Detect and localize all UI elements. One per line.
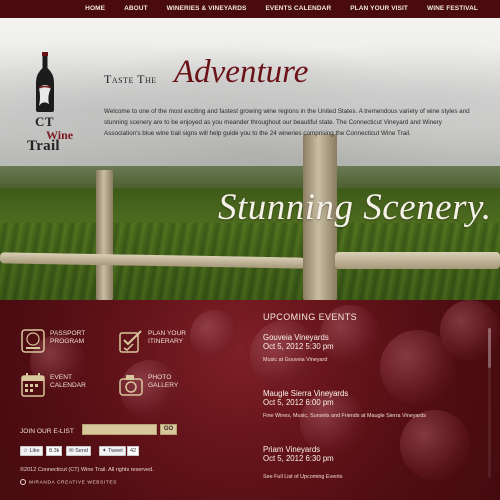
tweet-button[interactable]: ✦ Tweet	[99, 446, 126, 456]
tagline-big: Adventure	[174, 54, 309, 90]
miranda-logo-icon	[20, 479, 26, 485]
itinerary-label-line1: PLAN YOUR	[148, 330, 186, 337]
intro-paragraph: Welcome to one of the most exciting and …	[104, 108, 470, 137]
passport-program-label: PASSPORT PROGRAM	[50, 330, 85, 346]
wine-bottle-icon	[36, 52, 54, 112]
passport-label-line1: PASSPORT	[50, 330, 86, 337]
like-label: Like	[29, 448, 40, 454]
copyright-text: ©2012 Connecticut (CT) Wine Trail. All r…	[20, 467, 154, 473]
tweet-label: Tweet	[108, 448, 123, 454]
photo-gallery-label: PHOTO GALLERY	[148, 374, 178, 390]
tagline-small: Taste The	[104, 72, 157, 86]
full-events-list-link[interactable]: See Full List of Upcoming Events	[263, 474, 342, 480]
thumbs-up-icon: ☆	[23, 448, 28, 454]
twitter-bird-icon: ✦	[102, 448, 107, 454]
calendar-label-line1: EVENT	[50, 374, 72, 381]
hero-overlay-text: Stunning Scenery.	[218, 187, 492, 228]
elist-label: JOIN OUR E-LIST	[20, 428, 74, 435]
nav-home[interactable]: HOME	[85, 0, 105, 18]
event-description: Music at Gouveia Vineyard	[263, 357, 328, 363]
passport-label-line2: PROGRAM	[50, 338, 85, 345]
nav-wine-festival[interactable]: WINE FESTIVAL	[427, 0, 478, 18]
facebook-like-button[interactable]: ☆ Like	[20, 446, 43, 456]
calendar-label-line2: CALENDAR	[50, 382, 86, 389]
upcoming-events-title: UPCOMING EVENTS	[263, 312, 358, 322]
calendar-icon	[21, 373, 45, 397]
credit-text: MIRANDA CREATIVE WEBSITES	[29, 480, 117, 486]
tweet-count: 42	[127, 446, 140, 456]
plan-itinerary-link[interactable]: PLAN YOUR ITINERARY	[118, 328, 218, 360]
facebook-send-button[interactable]: ✉ Send	[66, 446, 91, 456]
passport-icon	[21, 329, 45, 353]
camera-icon	[119, 375, 143, 396]
event-venue: Maugle Sierra Vineyards	[263, 389, 349, 398]
event-calendar-link[interactable]: EVENT CALENDAR	[20, 372, 120, 404]
nav-about[interactable]: ABOUT	[124, 0, 148, 18]
event-description: Fine Wines, Music, Sunsets and Friends a…	[263, 413, 426, 419]
gallery-label-line1: PHOTO	[148, 374, 172, 381]
event-date: Oct 5, 2012 6:30 pm	[263, 454, 334, 463]
nav-plan-your-visit[interactable]: PLAN YOUR VISIT	[350, 0, 408, 18]
credit-link[interactable]: MIRANDA CREATIVE WEBSITES	[20, 479, 117, 485]
top-navigation: HOME ABOUT WINERIES & VINEYARDS EVENTS C…	[0, 0, 500, 18]
footer-panel: PASSPORT PROGRAM PLAN YOUR ITINERARY EVE…	[0, 300, 500, 500]
send-icon: ✉	[69, 448, 74, 454]
plan-itinerary-label: PLAN YOUR ITINERARY	[148, 330, 186, 346]
nav-events-calendar[interactable]: EVENTS CALENDAR	[265, 0, 331, 18]
itinerary-label-line2: ITINERARY	[148, 338, 184, 345]
fence-rail	[335, 252, 500, 269]
like-count: 8.3k	[46, 446, 63, 456]
event-venue: Priam Vineyards	[263, 445, 321, 454]
checklist-icon	[119, 330, 142, 353]
passport-program-link[interactable]: PASSPORT PROGRAM	[20, 328, 120, 360]
nav-wineries-vineyards[interactable]: WINERIES & VINEYARDS	[167, 0, 247, 18]
gallery-label-line2: GALLERY	[148, 382, 179, 389]
photo-gallery-link[interactable]: PHOTO GALLERY	[118, 372, 218, 404]
elist-go-button[interactable]: GO	[160, 424, 177, 435]
event-calendar-label: EVENT CALENDAR	[50, 374, 86, 390]
event-item[interactable]: Priam Vineyards Oct 5, 2012 6:30 pm	[263, 445, 483, 463]
elist-email-input[interactable]	[82, 424, 157, 435]
event-item[interactable]: Maugle Sierra Vineyards Oct 5, 2012 6:00…	[263, 389, 483, 419]
event-date: Oct 5, 2012 5:30 pm	[263, 342, 334, 351]
fence-post	[96, 170, 113, 300]
hero-banner: CT Wine Trail Taste The Adventure Welcom…	[0, 18, 500, 300]
event-venue: Gouveia Vineyards	[263, 333, 329, 342]
event-date: Oct 5, 2012 6:00 pm	[263, 398, 334, 407]
send-label: Send	[75, 448, 88, 454]
scrollbar-thumb[interactable]	[488, 328, 491, 368]
ct-wine-trail-logo[interactable]: CT Wine Trail	[24, 52, 76, 154]
event-item[interactable]: Gouveia Vineyards Oct 5, 2012 5:30 pm Mu…	[263, 333, 483, 363]
events-scrollbar[interactable]	[488, 328, 491, 478]
logo-trail: Trail	[27, 138, 60, 154]
